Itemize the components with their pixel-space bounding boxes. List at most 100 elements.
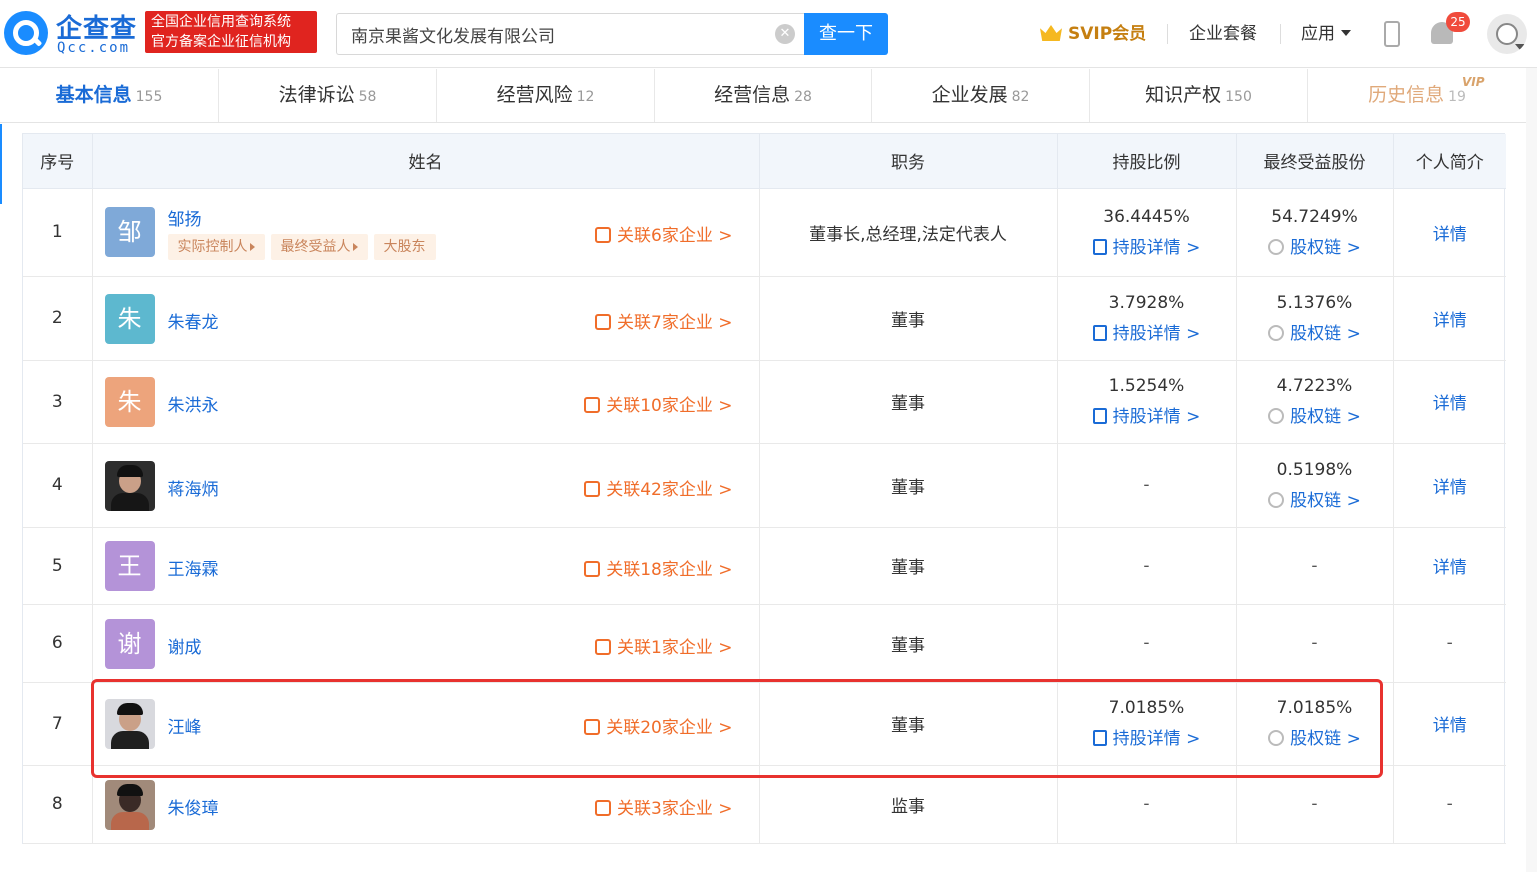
person-name-link[interactable]: 谢成 (168, 633, 202, 658)
tab-label: 法律诉讼 (278, 84, 355, 106)
search-box: ✕ (336, 13, 804, 55)
caret-right-icon (249, 242, 255, 251)
chain-icon (1268, 238, 1285, 255)
tab-label: 经营风险 (496, 84, 573, 106)
tab-litigation[interactable]: 法律诉讼 58 (219, 69, 437, 122)
crown-icon (1040, 25, 1062, 41)
search-button[interactable]: 查一下 (804, 13, 888, 55)
related-companies-link[interactable]: 关联6家企业 > (595, 221, 733, 246)
logo-mark-icon (4, 11, 48, 55)
tab-label: 历史信息 (1368, 84, 1445, 106)
related-companies-link[interactable]: 关联42家企业 > (584, 475, 733, 500)
share-cell: 36.4445% 持股详情 > (1057, 188, 1237, 277)
qcc-logo[interactable]: 企查查 Qcc.com (4, 8, 139, 60)
official-badge: 全国企业信用查询系统 官方备案企业征信机构 (145, 11, 317, 53)
profile-empty: - (1446, 794, 1453, 814)
profile-cell: 详情 (1393, 360, 1506, 444)
table-row: 2 朱 朱春龙 关联7家企业 > 董事 3.7928% 持股详情 > 5.137… (23, 276, 1506, 361)
benefit-value: 0.5198% (1276, 459, 1353, 480)
tab-count: 58 (358, 89, 377, 105)
clear-icon[interactable]: ✕ (775, 24, 795, 44)
related-companies-link[interactable]: 关联7家企业 > (595, 308, 733, 333)
scrollbar-track[interactable] (1526, 68, 1537, 872)
table-row: 8 朱俊璋 关联3家企业 > 监事 - - - (23, 765, 1506, 844)
detail-link[interactable]: 详情 (1433, 394, 1467, 414)
tab-intellectual-property[interactable]: 知识产权 150 (1090, 69, 1308, 122)
person-name-link[interactable]: 朱春龙 (168, 308, 219, 333)
chevron-down-icon (1341, 30, 1351, 36)
share-cell: - (1057, 443, 1237, 528)
share-value: 7.0185% (1108, 698, 1185, 718)
equity-chain-link[interactable]: 股权链 > (1237, 233, 1393, 258)
detail-link[interactable]: 详情 (1433, 311, 1467, 331)
tab-label: 基本信息 (55, 84, 132, 106)
profile-cell: 详情 (1393, 682, 1506, 766)
holding-detail-link[interactable]: 持股详情 > (1058, 402, 1236, 427)
document-icon (1092, 324, 1107, 341)
document-icon (1092, 238, 1107, 255)
section-tabs: 基本信息 155 法律诉讼 58 经营风险 12 经营信息 28 企业发展 82 知识产权… (0, 69, 1526, 123)
tab-count: 150 (1225, 89, 1252, 105)
tab-development[interactable]: 企业发展 82 (872, 69, 1090, 122)
tab-business-info[interactable]: 经营信息 28 (655, 69, 872, 122)
svip-member-link[interactable]: SVIP会员 (1040, 0, 1146, 68)
notification-count-badge: 25 (1446, 12, 1470, 32)
equity-chain-link[interactable]: 股权链 > (1237, 486, 1393, 511)
detail-link[interactable]: 详情 (1433, 558, 1467, 578)
person-name-link[interactable]: 朱俊璋 (168, 794, 219, 819)
share-cell: 1.5254% 持股详情 > (1057, 360, 1237, 444)
holding-detail-link[interactable]: 持股详情 > (1058, 233, 1236, 258)
tab-count: 155 (135, 89, 163, 105)
row-no: 4 (23, 443, 93, 528)
enterprise-package-link[interactable]: 企业套餐 (1189, 0, 1257, 68)
equity-chain-link[interactable]: 股权链 > (1237, 319, 1393, 344)
caret-right-icon (352, 242, 358, 251)
tag-ultimate-beneficiary[interactable]: 最终受益人 (270, 233, 368, 260)
tab-history-info[interactable]: 历史信息 19 (1308, 69, 1526, 122)
related-companies-link[interactable]: 关联3家企业 > (595, 794, 733, 819)
search-input[interactable] (351, 14, 771, 54)
tab-count: 28 (794, 89, 812, 105)
share-cell: - (1057, 765, 1237, 844)
detail-link[interactable]: 详情 (1433, 225, 1467, 245)
col-header-no: 序号 (23, 134, 93, 189)
table-row: 4 蒋海炳 关联42家企业 > 董事 - 0.5198% 股权链 > 详情 (23, 443, 1506, 528)
person-name-link[interactable]: 蒋海炳 (168, 475, 219, 500)
person-name-link[interactable]: 朱洪永 (168, 391, 219, 416)
network-icon (584, 396, 601, 413)
equity-chain-link[interactable]: 股权链 > (1237, 402, 1393, 427)
person-name-link[interactable]: 王海霖 (168, 555, 219, 580)
table-row: 6 谢 谢成 关联1家企业 > 董事 - - - (23, 604, 1506, 683)
profile-cell: 详情 (1393, 188, 1506, 277)
detail-link[interactable]: 详情 (1433, 478, 1467, 498)
tab-basic-info[interactable]: 基本信息 155 (0, 69, 219, 122)
name-cell: 汪峰 关联20家企业 > (92, 682, 760, 766)
benefit-value: - (1311, 794, 1318, 814)
related-companies-link[interactable]: 关联1家企业 > (595, 633, 733, 658)
tab-label: 企业发展 (931, 84, 1008, 106)
equity-chain-link[interactable]: 股权链 > (1237, 724, 1393, 749)
person-name-link[interactable]: 汪峰 (168, 713, 202, 738)
related-companies-link[interactable]: 关联20家企业 > (584, 713, 733, 738)
detail-link[interactable]: 详情 (1433, 716, 1467, 736)
row-no: 7 (23, 682, 93, 766)
benefit-cell: - (1236, 527, 1394, 605)
svip-label: SVIP会员 (1068, 24, 1147, 44)
holding-detail-link[interactable]: 持股详情 > (1058, 724, 1236, 749)
benefit-cell: - (1236, 604, 1394, 683)
row-no: 6 (23, 604, 93, 683)
avatar (104, 460, 155, 511)
share-value: - (1143, 555, 1150, 576)
related-companies-link[interactable]: 关联18家企业 > (584, 555, 733, 580)
person-name-link[interactable]: 邹扬 (168, 205, 202, 230)
share-value: - (1143, 475, 1150, 495)
apps-menu[interactable]: 应用 (1301, 0, 1351, 68)
benefit-value: 7.0185% (1276, 698, 1353, 718)
tab-operational-risk[interactable]: 经营风险 12 (437, 69, 655, 122)
related-companies-link[interactable]: 关联10家企业 > (584, 391, 733, 416)
user-avatar[interactable] (1487, 14, 1527, 54)
mobile-phone-icon[interactable] (1384, 21, 1400, 47)
tag-actual-controller[interactable]: 实际控制人 (167, 233, 265, 260)
badge-line-1: 全国企业信用查询系统 (151, 14, 291, 30)
holding-detail-link[interactable]: 持股详情 > (1058, 319, 1236, 344)
